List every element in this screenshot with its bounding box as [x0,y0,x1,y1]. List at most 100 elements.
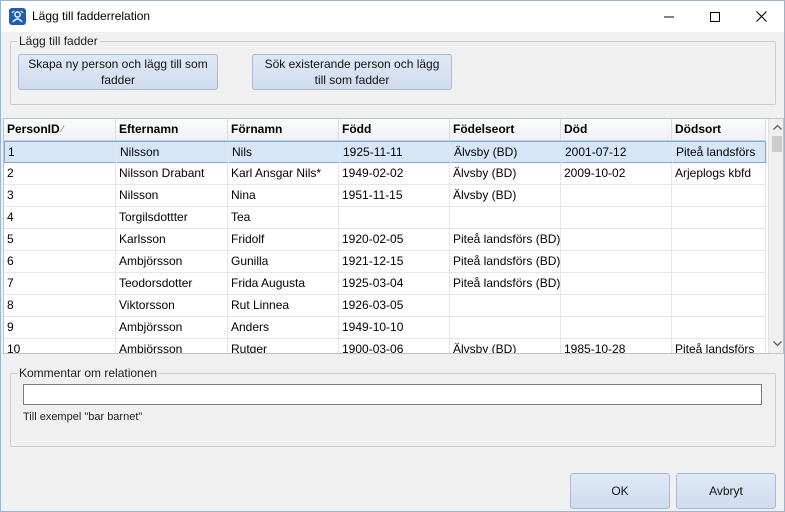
cell-fornamn: Tea [228,207,339,228]
search-existing-person-label: Sök existerande person och lägg till som… [264,57,440,87]
close-button[interactable] [738,1,784,32]
table-row[interactable]: 4 Torgilsdottter Tea [4,207,766,229]
cell-fodd: 1925-03-04 [339,273,450,294]
cell-dodsort: Piteå landsförs [673,142,767,163]
cell-dodsort [672,207,766,228]
cell-fodd: 1925-11-11 [340,142,451,163]
title-bar: Lägg till fadderrelation [1,1,784,32]
table-row[interactable]: 10 Ambjörsson Rutger 1900-03-06 Älvsby (BD) 1… [4,339,766,353]
cell-efternamn: Karlsson [116,229,228,250]
grid-header: PersonID ⁄ Efternamn Förnamn Född Födelse… [4,119,766,141]
cell-personid: 4 [4,207,116,228]
cell-personid: 10 [4,339,116,353]
cell-fodelseort: Älvsby (BD) [451,142,562,163]
cell-fornamn: Nils [229,142,340,163]
column-header-fodd[interactable]: Född [339,119,450,141]
cell-personid: 5 [4,229,116,250]
cell-personid: 9 [4,317,116,338]
cell-efternamn: Teodorsdotter [116,273,228,294]
add-sponsor-legend: Lägg till fadder [17,34,100,48]
cell-fornamn: Anders [228,317,339,338]
cell-fornamn: Nina [228,185,339,206]
cell-fodd: 1949-02-02 [339,163,450,184]
cell-dod [561,251,672,272]
cell-fodelseort: Piteå landsförs (BD) [450,273,561,294]
cell-dod [561,207,672,228]
column-header-dodsort[interactable]: Dödsort [672,119,766,141]
cancel-button[interactable]: Avbryt [676,473,776,509]
cell-dodsort [672,273,766,294]
column-header-fornamn[interactable]: Förnamn [228,119,339,141]
scroll-up-arrow[interactable] [769,119,783,135]
cell-efternamn: Viktorsson [116,295,228,316]
cell-efternamn: Nilsson Drabant [116,163,228,184]
cell-fodd: 1900-03-06 [339,339,450,353]
cell-efternamn: Ambjörsson [116,251,228,272]
table-row[interactable]: 8 Viktorsson Rut Linnea 1926-03-05 [4,295,766,317]
cell-dodsort: Arjeplogs kbfd [672,163,766,184]
search-existing-person-button[interactable]: Sök existerande person och lägg till som… [252,54,452,90]
cell-fodd: 1921-12-15 [339,251,450,272]
chevron-up-icon [772,124,782,130]
cell-fodd: 1949-10-10 [339,317,450,338]
cell-fornamn: Rut Linnea [228,295,339,316]
cell-fodelseort: Piteå landsförs (BD) [450,229,561,250]
cell-fodelseort: Älvsby (BD) [450,185,561,206]
create-new-person-label: Skapa ny person och lägg till som fadder [28,57,208,87]
cell-dodsort [672,251,766,272]
cell-personid: 3 [4,185,116,206]
comment-legend: Kommentar om relationen [17,366,160,380]
cell-fodd: 1926-03-05 [339,295,450,316]
cell-dod [561,295,672,316]
cell-efternamn: Ambjörsson [116,339,228,353]
cell-fornamn: Karl Ansgar Nils* [228,163,339,184]
column-header-dod[interactable]: Död [561,119,672,141]
cell-dod: 2009-10-02 [561,163,672,184]
column-header-fodelseort[interactable]: Födelseort [450,119,561,141]
maximize-button[interactable] [692,1,738,32]
cell-personid: 1 [5,142,117,163]
cell-dod: 2001-07-12 [562,142,673,163]
window-title: Lägg till fadderrelation [32,9,151,23]
app-icon [9,8,26,25]
cell-dodsort: Piteå landsförs [672,339,766,353]
scroll-down-arrow[interactable] [769,336,783,352]
add-sponsor-group: Lägg till fadder Skapa ny person och läg… [10,34,776,105]
cell-fornamn: Rutger [228,339,339,353]
cell-efternamn: Nilsson [117,142,229,163]
cell-dod [561,185,672,206]
chevron-down-icon [772,341,782,347]
vertical-scrollbar[interactable] [768,119,783,353]
minimize-button[interactable] [646,1,692,32]
comment-input[interactable] [23,384,762,405]
cell-fodd [339,207,450,228]
maximize-icon [710,11,720,22]
table-row[interactable]: 9 Ambjörsson Anders 1949-10-10 [4,317,766,339]
table-row[interactable]: 6 Ambjörsson Gunilla 1921-12-15 Piteå landsf… [4,251,766,273]
table-row[interactable]: 1 Nilsson Nils 1925-11-11 Älvsby (BD) 2001-07… [4,141,767,163]
cell-dod [561,317,672,338]
cell-personid: 2 [4,163,116,184]
cell-fornamn: Fridolf [228,229,339,250]
ok-button[interactable]: OK [570,473,670,509]
table-row[interactable]: 7 Teodorsdotter Frida Augusta 1925-03-04 Pit… [4,273,766,295]
column-header-efternamn[interactable]: Efternamn [116,119,228,141]
minimize-icon [664,16,674,17]
table-row[interactable]: 3 Nilsson Nina 1951-11-15 Älvsby (BD) [4,185,766,207]
table-row[interactable]: 5 Karlsson Fridolf 1920-02-05 Piteå landsför… [4,229,766,251]
scroll-thumb[interactable] [772,136,782,152]
cell-fodelseort [450,317,561,338]
column-header-personid[interactable]: PersonID ⁄ [4,119,116,141]
cell-dodsort [672,295,766,316]
cell-personid: 7 [4,273,116,294]
table-row[interactable]: 2 Nilsson Drabant Karl Ansgar Nils* 1949-02… [4,163,766,185]
cell-dod: 1985-10-28 [561,339,672,353]
cell-efternamn: Ambjörsson [116,317,228,338]
cell-dod [561,273,672,294]
create-new-person-button[interactable]: Skapa ny person och lägg till som fadder [18,54,218,90]
cell-efternamn: Torgilsdottter [116,207,228,228]
person-grid[interactable]: PersonID ⁄ Efternamn Förnamn Född Födelse… [3,118,784,354]
comment-hint: Till exempel "bar barnet" [23,411,143,423]
close-icon [755,11,767,22]
cell-fodd: 1951-11-15 [339,185,450,206]
